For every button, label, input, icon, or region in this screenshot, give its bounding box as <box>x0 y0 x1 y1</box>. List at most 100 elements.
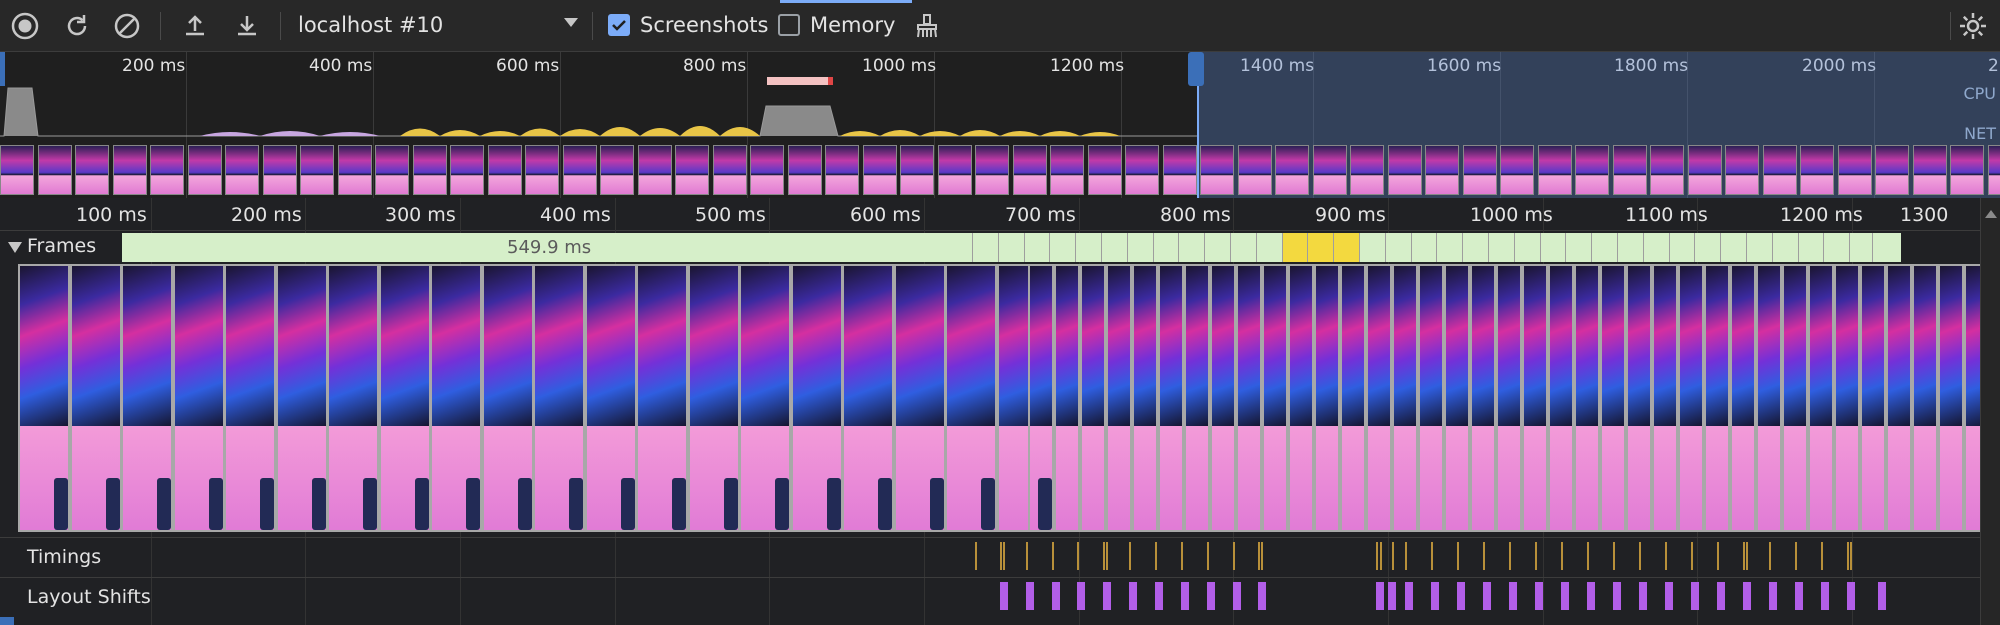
frame-janky[interactable] <box>1333 233 1359 262</box>
screenshot-thumbnail[interactable] <box>1678 264 1704 532</box>
layout-shift-mark[interactable] <box>1077 582 1085 610</box>
timing-mark[interactable] <box>1431 542 1433 570</box>
layout-shift-mark[interactable] <box>1431 582 1439 610</box>
selection-handle[interactable] <box>1188 52 1204 86</box>
screenshot-thumbnail[interactable] <box>585 264 637 532</box>
screenshot-thumbnail[interactable] <box>1808 264 1834 532</box>
timing-mark[interactable] <box>1380 542 1382 570</box>
layout-shift-mark[interactable] <box>1376 582 1384 610</box>
frame[interactable] <box>1772 233 1798 262</box>
layout-shift-mark[interactable] <box>1052 582 1060 610</box>
frame[interactable] <box>1024 233 1050 262</box>
timing-mark[interactable] <box>1717 542 1719 570</box>
layout-shift-mark[interactable] <box>1129 582 1137 610</box>
layout-shift-mark[interactable] <box>1665 582 1673 610</box>
timing-mark[interactable] <box>1746 542 1748 570</box>
frame[interactable] <box>1669 233 1695 262</box>
screenshot-thumbnail[interactable] <box>1392 264 1418 532</box>
timing-mark[interactable] <box>1026 542 1028 570</box>
timing-mark[interactable] <box>1052 542 1054 570</box>
screenshot-thumbnail[interactable] <box>1626 264 1652 532</box>
timing-mark[interactable] <box>1795 542 1797 570</box>
screenshot-thumbnail[interactable] <box>688 264 740 532</box>
layout-shift-mark[interactable] <box>1258 582 1266 610</box>
screenshot-thumbnail[interactable] <box>636 264 688 532</box>
track-resize-handle[interactable] <box>0 617 14 625</box>
screenshot-thumbnail[interactable] <box>739 264 791 532</box>
frame[interactable] <box>1694 233 1720 262</box>
settings-button[interactable] <box>1956 9 1990 43</box>
frame[interactable] <box>1411 233 1437 262</box>
screenshot-thumbnail[interactable] <box>1652 264 1678 532</box>
timing-mark[interactable] <box>1155 542 1157 570</box>
frame-janky[interactable] <box>1282 233 1308 262</box>
frame[interactable] <box>1823 233 1849 262</box>
layout-shift-mark[interactable] <box>1509 582 1517 610</box>
timing-mark[interactable] <box>1181 542 1183 570</box>
layout-shift-mark[interactable] <box>1000 582 1008 610</box>
screenshot-thumbnail[interactable] <box>1444 264 1470 532</box>
timing-mark[interactable] <box>1392 542 1394 570</box>
layout-shift-mark[interactable] <box>1181 582 1189 610</box>
layout-shift-mark[interactable] <box>1405 582 1413 610</box>
screenshot-thumbnail[interactable] <box>1340 264 1366 532</box>
screenshot-thumbnail[interactable] <box>1782 264 1808 532</box>
timing-mark[interactable] <box>1003 542 1005 570</box>
timing-mark[interactable] <box>1261 542 1263 570</box>
screenshot-thumbnail[interactable] <box>842 264 894 532</box>
layout-shift-mark[interactable] <box>1613 582 1621 610</box>
timing-mark[interactable] <box>1691 542 1693 570</box>
screenshot-thumbnail[interactable] <box>1028 264 1054 532</box>
screenshot-thumbnail[interactable] <box>327 264 379 532</box>
screenshot-thumbnail[interactable] <box>1496 264 1522 532</box>
layout-shifts-track-label[interactable]: Layout Shifts <box>27 586 151 608</box>
layout-shift-mark[interactable] <box>1691 582 1699 610</box>
screenshot-thumbnail[interactable] <box>1132 264 1158 532</box>
load-profile-button[interactable] <box>178 9 212 43</box>
memory-checkbox[interactable] <box>778 14 800 36</box>
screenshot-thumbnail[interactable] <box>1210 264 1236 532</box>
timing-mark[interactable] <box>1847 542 1849 570</box>
screenshot-thumbnail[interactable] <box>894 264 946 532</box>
screenshot-thumbnail[interactable] <box>1548 264 1574 532</box>
frame[interactable] <box>1075 233 1101 262</box>
frame[interactable] <box>1514 233 1540 262</box>
timing-mark[interactable] <box>1821 542 1823 570</box>
screenshot-thumbnail[interactable] <box>121 264 173 532</box>
frame[interactable] <box>1204 233 1230 262</box>
timing-mark[interactable] <box>1613 542 1615 570</box>
screenshot-thumbnail[interactable] <box>1704 264 1730 532</box>
timing-mark[interactable] <box>1483 542 1485 570</box>
timings-track[interactable]: Timings <box>0 537 1980 574</box>
screenshot-thumbnail[interactable] <box>533 264 585 532</box>
timing-mark[interactable] <box>1665 542 1667 570</box>
layout-shift-mark[interactable] <box>1717 582 1725 610</box>
timing-mark[interactable] <box>1405 542 1407 570</box>
screenshots-checkbox[interactable] <box>608 14 630 36</box>
layout-shift-mark[interactable] <box>1026 582 1034 610</box>
screenshot-thumbnail[interactable] <box>276 264 328 532</box>
timing-mark[interactable] <box>1258 542 1260 570</box>
vertical-scrollbar[interactable] <box>1980 198 2000 625</box>
layout-shifts-track[interactable]: Layout Shifts <box>0 577 1980 614</box>
layout-shift-mark[interactable] <box>1878 582 1886 610</box>
screenshot-thumbnail[interactable] <box>1860 264 1886 532</box>
timing-mark[interactable] <box>1769 542 1771 570</box>
timing-mark[interactable] <box>1103 542 1105 570</box>
frame[interactable] <box>1178 233 1204 262</box>
layout-shift-mark[interactable] <box>1483 582 1491 610</box>
timing-mark[interactable] <box>1743 542 1745 570</box>
frames-track-label[interactable]: Frames <box>27 235 96 257</box>
expand-triangle-icon[interactable] <box>8 242 22 253</box>
layout-shift-mark[interactable] <box>1821 582 1829 610</box>
timing-mark[interactable] <box>1000 542 1002 570</box>
screenshot-thumbnail[interactable] <box>1184 264 1210 532</box>
frame[interactable] <box>1049 233 1075 262</box>
frame[interactable] <box>1565 233 1591 262</box>
frame-janky[interactable] <box>1307 233 1333 262</box>
screenshots-label[interactable]: Screenshots <box>640 13 768 37</box>
frame[interactable] <box>1436 233 1462 262</box>
screenshot-thumbnail[interactable] <box>1834 264 1860 532</box>
layout-shift-mark[interactable] <box>1561 582 1569 610</box>
layout-shift-mark[interactable] <box>1795 582 1803 610</box>
